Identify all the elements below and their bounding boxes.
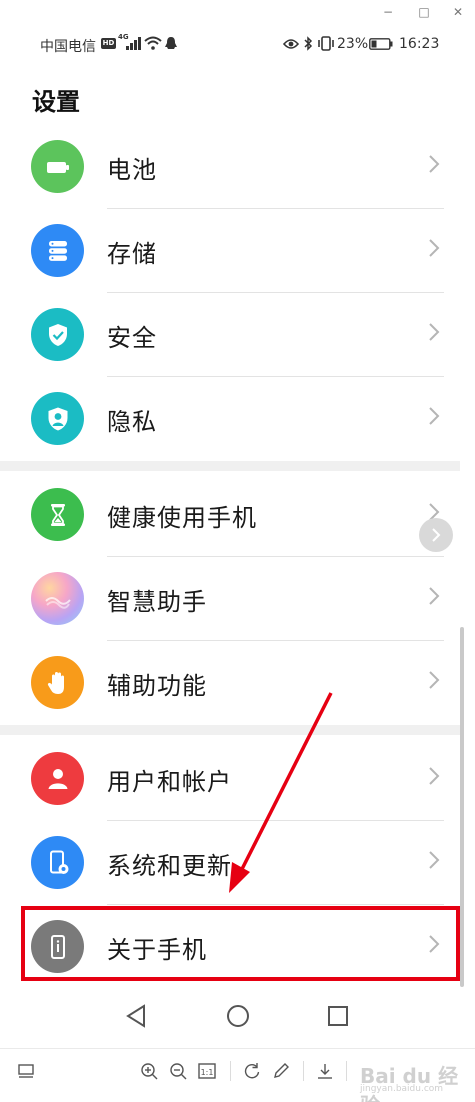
item-label: 隐私 xyxy=(107,408,157,436)
settings-item-digital-balance[interactable]: 健康使用手机 xyxy=(0,472,460,556)
status-bar: 中国电信 HD 4G 23% 16:23 xyxy=(0,28,475,60)
chevron-right-icon xyxy=(429,767,440,785)
settings-item-storage[interactable]: 存储 xyxy=(0,208,460,292)
vibrate-icon xyxy=(318,36,334,51)
qq-icon xyxy=(165,37,177,49)
home-icon[interactable] xyxy=(224,1002,252,1030)
back-icon[interactable] xyxy=(123,1002,151,1030)
signal-icon xyxy=(126,37,141,50)
thumbnail-icon[interactable] xyxy=(16,1061,36,1081)
close-button[interactable]: ✕ xyxy=(447,2,469,22)
settings-item-system-updates[interactable]: 系统和更新 xyxy=(0,820,460,904)
wifi-icon xyxy=(144,36,162,50)
user-icon xyxy=(31,752,84,805)
item-label: 系统和更新 xyxy=(107,852,232,880)
highlight-box xyxy=(21,906,460,981)
toolbar-separator xyxy=(346,1061,347,1081)
zoom-in-icon[interactable] xyxy=(139,1061,159,1081)
actual-size-icon[interactable]: 1:1 xyxy=(197,1061,217,1081)
phone-settings-icon xyxy=(31,836,84,889)
chevron-right-icon xyxy=(432,528,441,542)
navigation-bar xyxy=(0,990,475,1040)
settings-item-accessibility[interactable]: 辅助功能 xyxy=(0,640,460,724)
viewer-title-bar: − □ ✕ xyxy=(0,0,475,26)
minimize-button[interactable]: − xyxy=(377,2,399,22)
scrollbar[interactable] xyxy=(460,627,464,987)
watermark-text: Bai du 经验 xyxy=(360,1064,459,1102)
zoom-out-icon[interactable] xyxy=(168,1061,188,1081)
carrier-name: 中国电信 xyxy=(40,39,96,55)
watermark-subtext: jingyan.baidu.com xyxy=(360,1084,444,1094)
settings-item-users-accounts[interactable]: 用户和帐户 xyxy=(0,736,460,820)
battery-icon xyxy=(31,140,84,193)
settings-item-battery[interactable]: 电池 xyxy=(0,124,460,208)
chevron-right-icon xyxy=(429,407,440,425)
privacy-icon xyxy=(31,392,84,445)
settings-item-privacy[interactable]: 隐私 xyxy=(0,376,460,460)
download-icon[interactable] xyxy=(315,1061,335,1081)
hand-icon xyxy=(31,656,84,709)
shield-check-icon xyxy=(31,308,84,361)
chevron-right-icon xyxy=(429,587,440,605)
toolbar-separator xyxy=(303,1061,304,1081)
battery-status-icon xyxy=(369,38,393,50)
page-title: 设置 xyxy=(32,88,80,116)
section-separator xyxy=(0,461,460,471)
item-label: 电池 xyxy=(107,156,157,184)
chevron-right-icon xyxy=(429,851,440,869)
item-label: 辅助功能 xyxy=(107,672,207,700)
assistant-icon xyxy=(31,572,84,625)
item-label: 安全 xyxy=(107,324,157,352)
edit-icon[interactable] xyxy=(271,1061,291,1081)
settings-item-smart-assistant[interactable]: 智慧助手 xyxy=(0,556,460,640)
toolbar-separator xyxy=(230,1061,231,1081)
storage-icon xyxy=(31,224,84,277)
settings-item-security[interactable]: 安全 xyxy=(0,292,460,376)
floating-chevron-button[interactable] xyxy=(419,518,453,552)
bluetooth-icon xyxy=(304,36,313,51)
maximize-button[interactable]: □ xyxy=(413,2,435,22)
hourglass-icon xyxy=(31,488,84,541)
recent-apps-icon[interactable] xyxy=(324,1002,352,1030)
chevron-right-icon xyxy=(429,155,440,173)
chevron-right-icon xyxy=(429,323,440,341)
eye-comfort-icon xyxy=(283,39,299,49)
battery-percent: 23% xyxy=(337,36,369,52)
chevron-right-icon xyxy=(429,239,440,257)
clock: 16:23 xyxy=(399,36,440,52)
rotate-icon[interactable] xyxy=(242,1061,262,1081)
screenshot-frame: − □ ✕ 中国电信 HD 4G 23% 16:23 设置 电池 存储 安全 隐… xyxy=(0,0,475,1102)
item-label: 存储 xyxy=(107,240,157,268)
hd-badge: HD xyxy=(101,38,116,49)
item-label: 用户和帐户 xyxy=(107,768,232,796)
item-label: 健康使用手机 xyxy=(107,504,257,532)
chevron-right-icon xyxy=(429,671,440,689)
section-separator xyxy=(0,725,460,735)
svg-text:1:1: 1:1 xyxy=(201,1068,214,1077)
item-label: 智慧助手 xyxy=(107,588,207,616)
